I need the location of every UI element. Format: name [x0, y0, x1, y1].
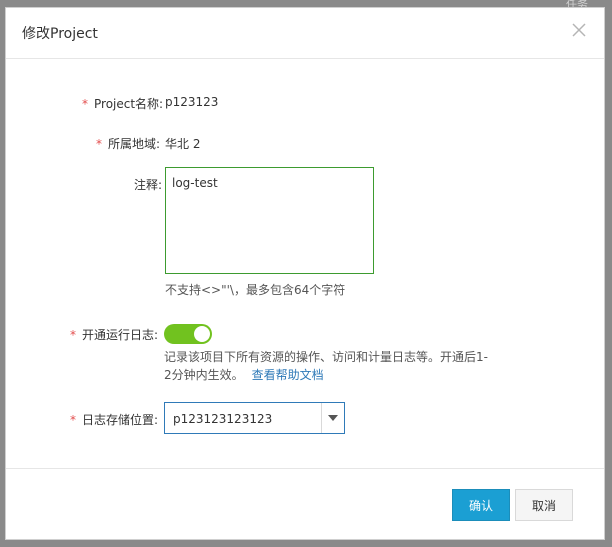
log-store-select[interactable]: p123123123123 [164, 402, 345, 434]
required-star: * [70, 328, 76, 342]
project-name-label: * Project名称: [82, 97, 164, 111]
help-doc-link[interactable]: 查看帮助文档 [252, 368, 324, 382]
log-store-label: * 日志存储位置: [70, 413, 159, 427]
required-star: * [82, 97, 88, 111]
cancel-button[interactable]: 取消 [515, 489, 573, 521]
remark-textarea[interactable]: log-test [165, 167, 374, 274]
dialog-footer: 确认 取消 [6, 468, 604, 539]
required-star: * [70, 413, 76, 427]
select-arrow[interactable] [321, 403, 344, 433]
confirm-button[interactable]: 确认 [452, 489, 510, 521]
run-log-description-text: 记录该项目下所有资源的操作、访问和计量日志等。开通后1-2分钟内生效。 [164, 350, 488, 382]
edit-project-dialog: 修改Project * Project名称: p123123 * 所属地域: 华北 … [5, 7, 605, 540]
region-label: * 所属地域: [96, 137, 161, 151]
toggle-knob [194, 326, 210, 342]
project-name-value: p123123 [165, 95, 219, 109]
dialog-title: 修改Project [22, 26, 98, 42]
dialog-header: 修改Project [6, 8, 604, 59]
required-star: * [96, 137, 102, 151]
region-value: 华北 2 [165, 137, 201, 151]
log-store-selected-value: p123123123123 [173, 412, 273, 426]
close-icon [572, 23, 586, 37]
run-log-description: 记录该项目下所有资源的操作、访问和计量日志等。开通后1-2分钟内生效。 查看帮助文… [164, 348, 494, 384]
caret-down-icon [328, 415, 338, 421]
remark-hint: 不支持<>"'\，最多包含64个字符 [165, 283, 346, 297]
close-button[interactable] [570, 21, 588, 39]
run-log-toggle[interactable] [164, 324, 212, 344]
remark-label: 注释: [134, 178, 163, 192]
run-log-label: * 开通运行日志: [70, 328, 159, 342]
